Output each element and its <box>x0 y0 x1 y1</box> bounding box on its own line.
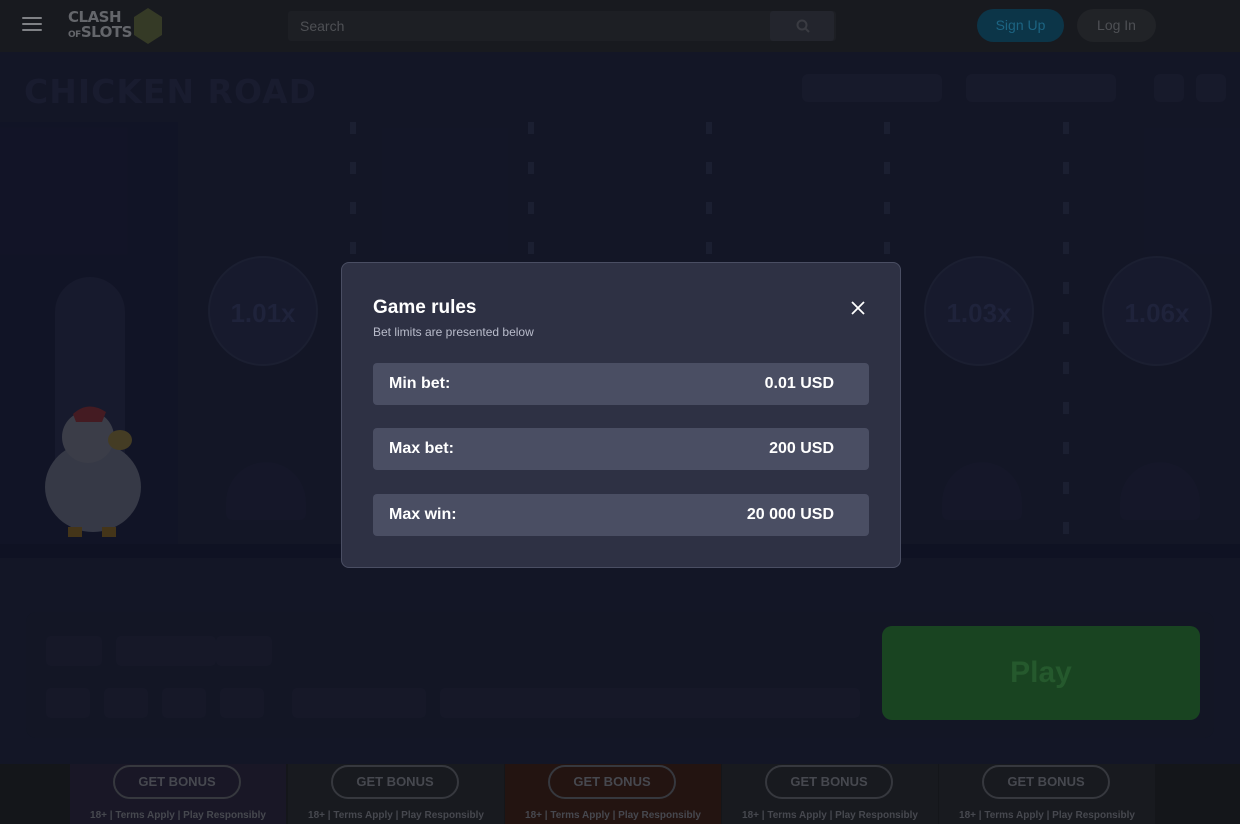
max-win-row: Max win: 20 000 USD <box>373 494 869 536</box>
max-bet-label: Max bet: <box>389 440 454 457</box>
max-bet-value: 200 USD <box>769 440 834 457</box>
min-bet-row: Min bet: 0.01 USD <box>373 363 869 405</box>
max-bet-row: Max bet: 200 USD <box>373 428 869 470</box>
max-win-value: 20 000 USD <box>746 506 834 523</box>
close-icon[interactable] <box>849 299 867 317</box>
game-rules-modal: Game rules Bet limits are presented belo… <box>341 262 901 568</box>
min-bet-value: 0.01 USD <box>764 375 834 392</box>
max-win-label: Max win: <box>389 506 457 523</box>
min-bet-label: Min bet: <box>389 375 451 392</box>
modal-title: Game rules <box>373 297 477 318</box>
modal-subtitle: Bet limits are presented below <box>373 325 534 339</box>
